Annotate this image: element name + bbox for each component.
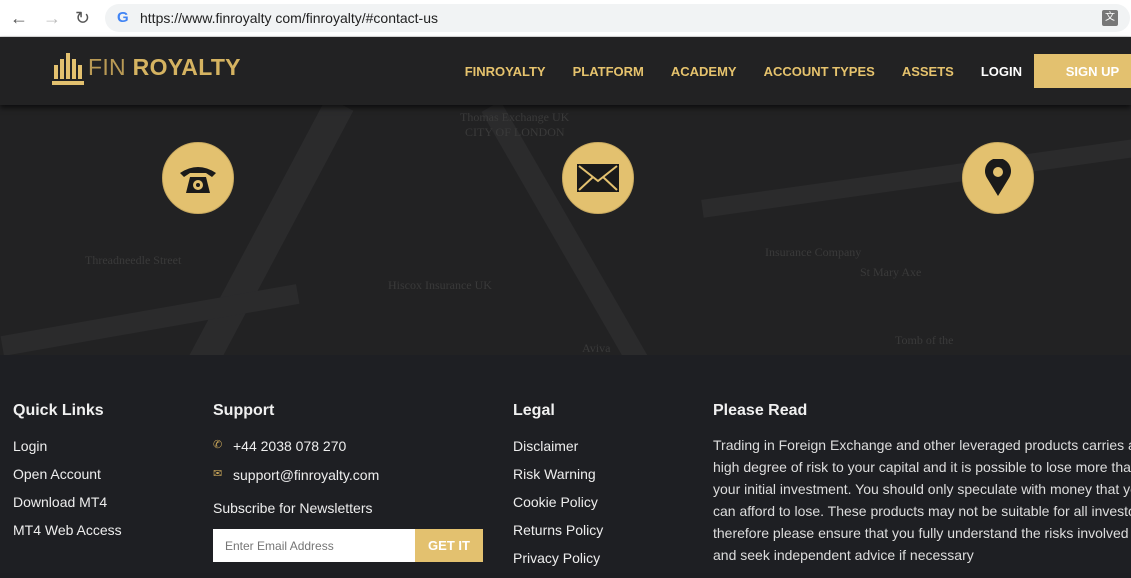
nav-assets[interactable]: ASSETS bbox=[902, 64, 954, 79]
nav-platform[interactable]: PLATFORM bbox=[573, 64, 644, 79]
footer-link-cookie-policy[interactable]: Cookie Policy bbox=[513, 494, 603, 522]
map-pin-icon bbox=[985, 159, 1011, 196]
url-text[interactable]: https://www.finroyalty com/finroyalty/#c… bbox=[140, 10, 438, 26]
logo[interactable]: FIN ROYALTY bbox=[52, 49, 241, 85]
main-menu: FINROYALTY PLATFORM ACADEMY ACCOUNT TYPE… bbox=[465, 37, 1131, 105]
please-read-title: Please Read bbox=[713, 402, 808, 419]
map-label: Tomb of the bbox=[895, 333, 954, 347]
nav-academy[interactable]: ACADEMY bbox=[671, 64, 737, 79]
subscribe-label: Subscribe for Newsletters bbox=[213, 500, 373, 516]
footer-link-mt4-web[interactable]: MT4 Web Access bbox=[13, 522, 122, 550]
google-icon: G bbox=[117, 9, 129, 26]
legal-section: Legal Disclaimer Risk Warning Cookie Pol… bbox=[513, 402, 603, 578]
risk-text-line: can afford to lose. These products may n… bbox=[713, 503, 1131, 519]
map-label: Insurance Company bbox=[765, 245, 862, 259]
envelope-icon bbox=[577, 164, 619, 192]
back-icon[interactable]: ← bbox=[10, 8, 28, 29]
logo-text-fin: FIN bbox=[88, 53, 126, 80]
phone-icon bbox=[180, 167, 216, 193]
reload-icon[interactable]: ↻ bbox=[75, 8, 90, 29]
map-label: St Mary Axe bbox=[860, 265, 922, 279]
map-label: CITY OF LONDON bbox=[465, 125, 565, 139]
logo-text-royalty: ROYALTY bbox=[132, 53, 241, 80]
footer-link-download-mt4[interactable]: Download MT4 bbox=[13, 494, 122, 522]
footer-link-login[interactable]: Login bbox=[13, 438, 122, 466]
map-label: Threadneedle Street bbox=[85, 253, 182, 267]
newsletter-email-input[interactable] bbox=[213, 529, 415, 562]
map-label: Thomas Exchange UK bbox=[460, 110, 570, 124]
support-email[interactable]: support@finroyalty.com bbox=[233, 467, 379, 483]
email-circle[interactable] bbox=[562, 142, 634, 214]
footer: Quick Links Login Open Account Download … bbox=[0, 355, 1131, 573]
support-title: Support bbox=[213, 402, 275, 419]
get-it-button[interactable]: GET IT bbox=[415, 529, 483, 562]
nav-account-types[interactable]: ACCOUNT TYPES bbox=[764, 64, 875, 79]
address-bar[interactable]: G https://www.finroyalty com/finroyalty/… bbox=[105, 4, 1130, 32]
footer-link-privacy-policy[interactable]: Privacy Policy bbox=[513, 550, 603, 578]
footer-link-open-account[interactable]: Open Account bbox=[13, 466, 122, 494]
support-phone[interactable]: +44 2038 078 270 bbox=[233, 438, 346, 454]
nav-finroyalty[interactable]: FINROYALTY bbox=[465, 64, 546, 79]
logo-icon bbox=[52, 49, 84, 85]
support-section: Support ✆ +44 2038 078 270 ✉ support@finro… bbox=[213, 402, 483, 562]
quick-links-title: Quick Links bbox=[13, 402, 104, 419]
risk-text-line: your initial investment. You should only… bbox=[713, 481, 1131, 497]
risk-text-line: high degree of risk to your capital and … bbox=[713, 459, 1131, 475]
translate-icon[interactable]: 文 bbox=[1102, 10, 1118, 26]
browser-toolbar: ← → ↻ G https://www.finroyalty com/finro… bbox=[0, 0, 1131, 37]
site-header: FIN ROYALTY FINROYALTY PLATFORM ACADEMY … bbox=[0, 37, 1131, 105]
nav-login[interactable]: LOGIN bbox=[981, 64, 1022, 79]
risk-text-line: and seek independent advice if necessary bbox=[713, 547, 974, 563]
map-label: Hiscox Insurance UK bbox=[388, 278, 492, 292]
risk-text-line: therefore please ensure that you fully u… bbox=[713, 525, 1129, 541]
map[interactable]: Threadneedle Street Thomas Exchange UK C… bbox=[0, 105, 1131, 355]
quick-links-section: Quick Links Login Open Account Download … bbox=[13, 402, 122, 550]
please-read-section: Please Read Trading in Foreign Exchange … bbox=[713, 402, 1131, 566]
location-circle[interactable] bbox=[962, 142, 1034, 214]
footer-link-disclaimer[interactable]: Disclaimer bbox=[513, 438, 603, 466]
footer-link-risk-warning[interactable]: Risk Warning bbox=[513, 466, 603, 494]
envelope-small-icon: ✉ bbox=[213, 468, 223, 480]
footer-link-returns-policy[interactable]: Returns Policy bbox=[513, 522, 603, 550]
map-label: Aviva bbox=[582, 341, 611, 355]
phone-small-icon: ✆ bbox=[213, 439, 223, 451]
forward-icon[interactable]: → bbox=[43, 8, 61, 29]
signup-button[interactable]: SIGN UP bbox=[1034, 54, 1131, 88]
risk-text-line: Trading in Foreign Exchange and other le… bbox=[713, 437, 1131, 453]
legal-title: Legal bbox=[513, 402, 555, 419]
phone-circle[interactable] bbox=[162, 142, 234, 214]
